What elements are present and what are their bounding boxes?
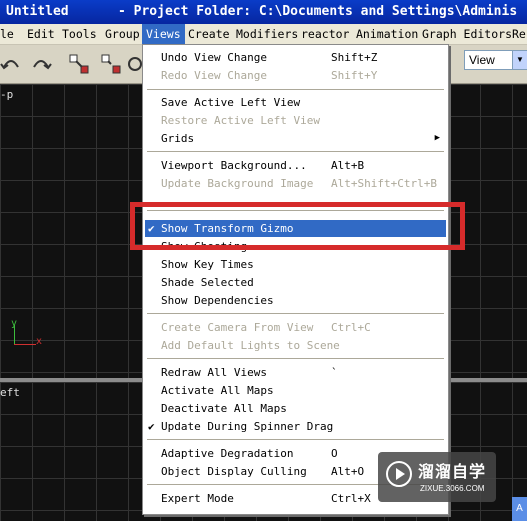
check-icon: ✔ (148, 420, 155, 433)
chevron-down-icon[interactable]: ▼ (512, 51, 527, 69)
project-folder-path: - Project Folder: C:\Documents and Setti… (118, 4, 518, 19)
menu-item-add-default-lights: Add Default Lights to Scene (161, 339, 340, 352)
menu-group[interactable]: Group (105, 24, 140, 44)
menu-item-create-camera-from-view: Create Camera From View Ctrl+C (161, 321, 371, 334)
viewport-left-label[interactable]: eft (0, 386, 20, 399)
menu-modifiers[interactable]: Modifiers (236, 24, 298, 44)
menu-item-deactivate-all-maps[interactable]: Deactivate All Maps (145, 400, 446, 417)
menu-item-grids[interactable]: Grids ▶ (145, 130, 446, 147)
redo-icon[interactable] (30, 53, 52, 75)
menu-animation[interactable]: Animation (356, 24, 418, 44)
menu-tools[interactable]: Tools (62, 24, 97, 44)
menu-item-undo-view-change[interactable]: Undo View Change Shift+Z (145, 49, 446, 66)
title-bar: Untitled - Project Folder: C:\Documents … (0, 0, 527, 24)
watermark: 溜溜自学 ZIXUE.3066.COM (378, 452, 496, 502)
menu-edit[interactable]: Edit (27, 24, 55, 44)
menu-separator (147, 151, 444, 152)
menu-item-show-key-times[interactable]: Show Key Times (145, 256, 446, 273)
menu-item-shade-selected[interactable]: Shade Selected (145, 274, 446, 291)
menu-bar: le Edit Tools Group Views Create Modifie… (0, 24, 527, 45)
axis-x-line (14, 344, 36, 345)
undo-icon[interactable] (0, 53, 22, 75)
menu-item-redo-view-change: Redo View Change Shift+Y (161, 69, 378, 82)
menu-rendering[interactable]: Re (512, 24, 526, 44)
menu-item-save-active-view[interactable]: Save Active Left View (145, 94, 446, 111)
axis-y-label: y (11, 318, 18, 329)
menu-item-update-during-spinner-drag[interactable]: ✔ Update During Spinner Drag (145, 418, 446, 435)
views-dropdown-menu: Undo View Change Shift+Z Redo View Change… (142, 44, 449, 515)
corner-badge: A (512, 497, 527, 521)
watermark-text: 溜溜自学 (418, 462, 487, 481)
menu-item-restore-active-view: Restore Active Left View (161, 114, 320, 127)
menu-item-activate-all-maps[interactable]: Activate All Maps (145, 382, 446, 399)
menu-reactor[interactable]: reactor (301, 24, 349, 44)
reference-coordinate-dropdown[interactable]: View ▼ (464, 50, 527, 70)
chevron-right-icon: ▶ (434, 133, 440, 143)
watermark-url: ZIXUE.3066.COM (420, 484, 485, 493)
menu-create[interactable]: Create (188, 24, 230, 44)
menu-views[interactable]: Views (142, 24, 185, 44)
view-combo-value: View (469, 53, 495, 67)
axis-x-label: x (36, 336, 43, 347)
menu-file[interactable]: le (0, 24, 14, 44)
menu-item-update-background-image: Update Background Image Alt+Shift+Ctrl+B (161, 177, 437, 190)
menu-separator (147, 89, 444, 90)
menu-item-viewport-background[interactable]: Viewport Background... Alt+B (145, 157, 446, 174)
play-logo-icon (386, 461, 412, 487)
window-title: Untitled (6, 4, 69, 19)
menu-separator (147, 313, 444, 314)
menu-item-show-dependencies[interactable]: Show Dependencies (145, 292, 446, 309)
menu-graph-editors[interactable]: Graph Editors (422, 24, 512, 44)
annotation-highlight-box (130, 202, 465, 250)
menu-separator (147, 358, 444, 359)
viewport-top-label[interactable]: -p (0, 88, 13, 101)
select-and-link-icon[interactable] (68, 53, 90, 75)
menu-item-redraw-all-views[interactable]: Redraw All Views ` (145, 364, 446, 381)
unlink-selection-icon[interactable] (100, 53, 122, 75)
menu-separator (147, 439, 444, 440)
